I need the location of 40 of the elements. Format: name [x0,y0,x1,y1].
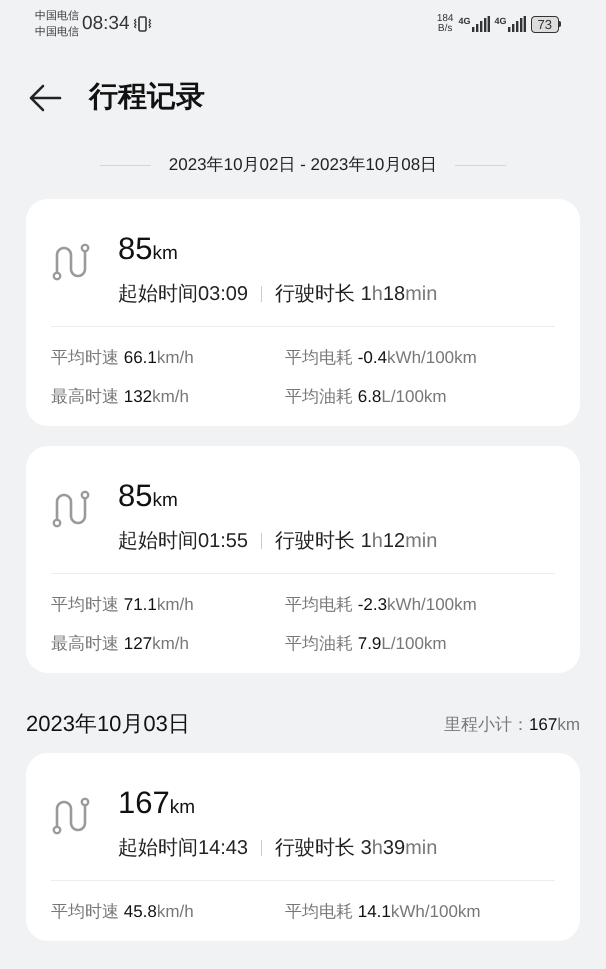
mileage-subtotal: 里程小计：167km [444,714,580,736]
net-speed-unit: B/s [438,24,452,34]
carrier-name: 中国电信 [35,25,79,40]
route-icon [52,490,90,528]
network-type: 4G [458,16,471,26]
start-time: 起始时间01:55 [118,529,248,554]
network-type: 4G [494,16,507,26]
route-icon [52,797,90,835]
trip-distance: 85km [118,477,179,515]
battery-level: 73 [530,16,559,32]
carrier-name: 中国电信 [35,9,79,24]
status-time: 08:34 [82,12,130,36]
trip-card[interactable]: 167km 起始时间14:43 行驶时长 3h39min 平均时速 45.8km/h 平均电耗 14.1kWh/100km [26,753,580,941]
stat-reading: 平均电耗 -0.4kWh/100km [285,347,478,369]
stat-reading: 平均油耗 7.9L/100km [285,633,448,655]
stat-reading: 最高时速 127km/h [51,633,190,655]
signal-icon [472,16,490,32]
stat-reading: 平均电耗 14.1kWh/100km [285,901,482,923]
date-range: 2023年10月02日 - 2023年10月08日 [168,154,438,176]
stat-reading: 平均时速 66.1km/h [51,347,195,369]
trip-duration: 行驶时长 1h12min [275,529,438,554]
trip-duration: 行驶时长 3h39min [275,836,438,861]
trip-duration: 行驶时长 1h18min [275,282,438,307]
net-speed-value: 184 [436,14,454,24]
trip-distance: 167km [118,784,196,822]
start-time: 起始时间14:43 [118,836,248,861]
trip-card[interactable]: 85km 起始时间03:09 行驶时长 1h18min 平均时速 66.1km/h 平均电耗 -0.4kWh/100km 最高时速 132km/h 平均油耗 6.8L/100km [26,199,580,426]
start-time: 起始时间03:09 [118,282,248,307]
vibrate-icon [132,15,152,33]
trip-distance: 85km [118,230,179,268]
trip-card[interactable]: 85km 起始时间01:55 行驶时长 1h12min 平均时速 71.1km/h 平均电耗 -2.3kWh/100km 最高时速 127km/h 平均油耗 7.9L/100km [26,446,580,673]
stat-reading: 平均电耗 -2.3kWh/100km [285,594,478,616]
stat-reading: 平均时速 71.1km/h [51,594,195,616]
signal-icon [508,16,526,32]
stat-reading: 最高时速 132km/h [51,386,190,408]
section-date: 2023年10月03日 [26,710,190,738]
route-icon [52,243,90,281]
page-title: 行程记录 [89,80,205,116]
stat-reading: 平均油耗 6.8L/100km [285,386,448,408]
stat-reading: 平均时速 45.8km/h [51,901,195,923]
